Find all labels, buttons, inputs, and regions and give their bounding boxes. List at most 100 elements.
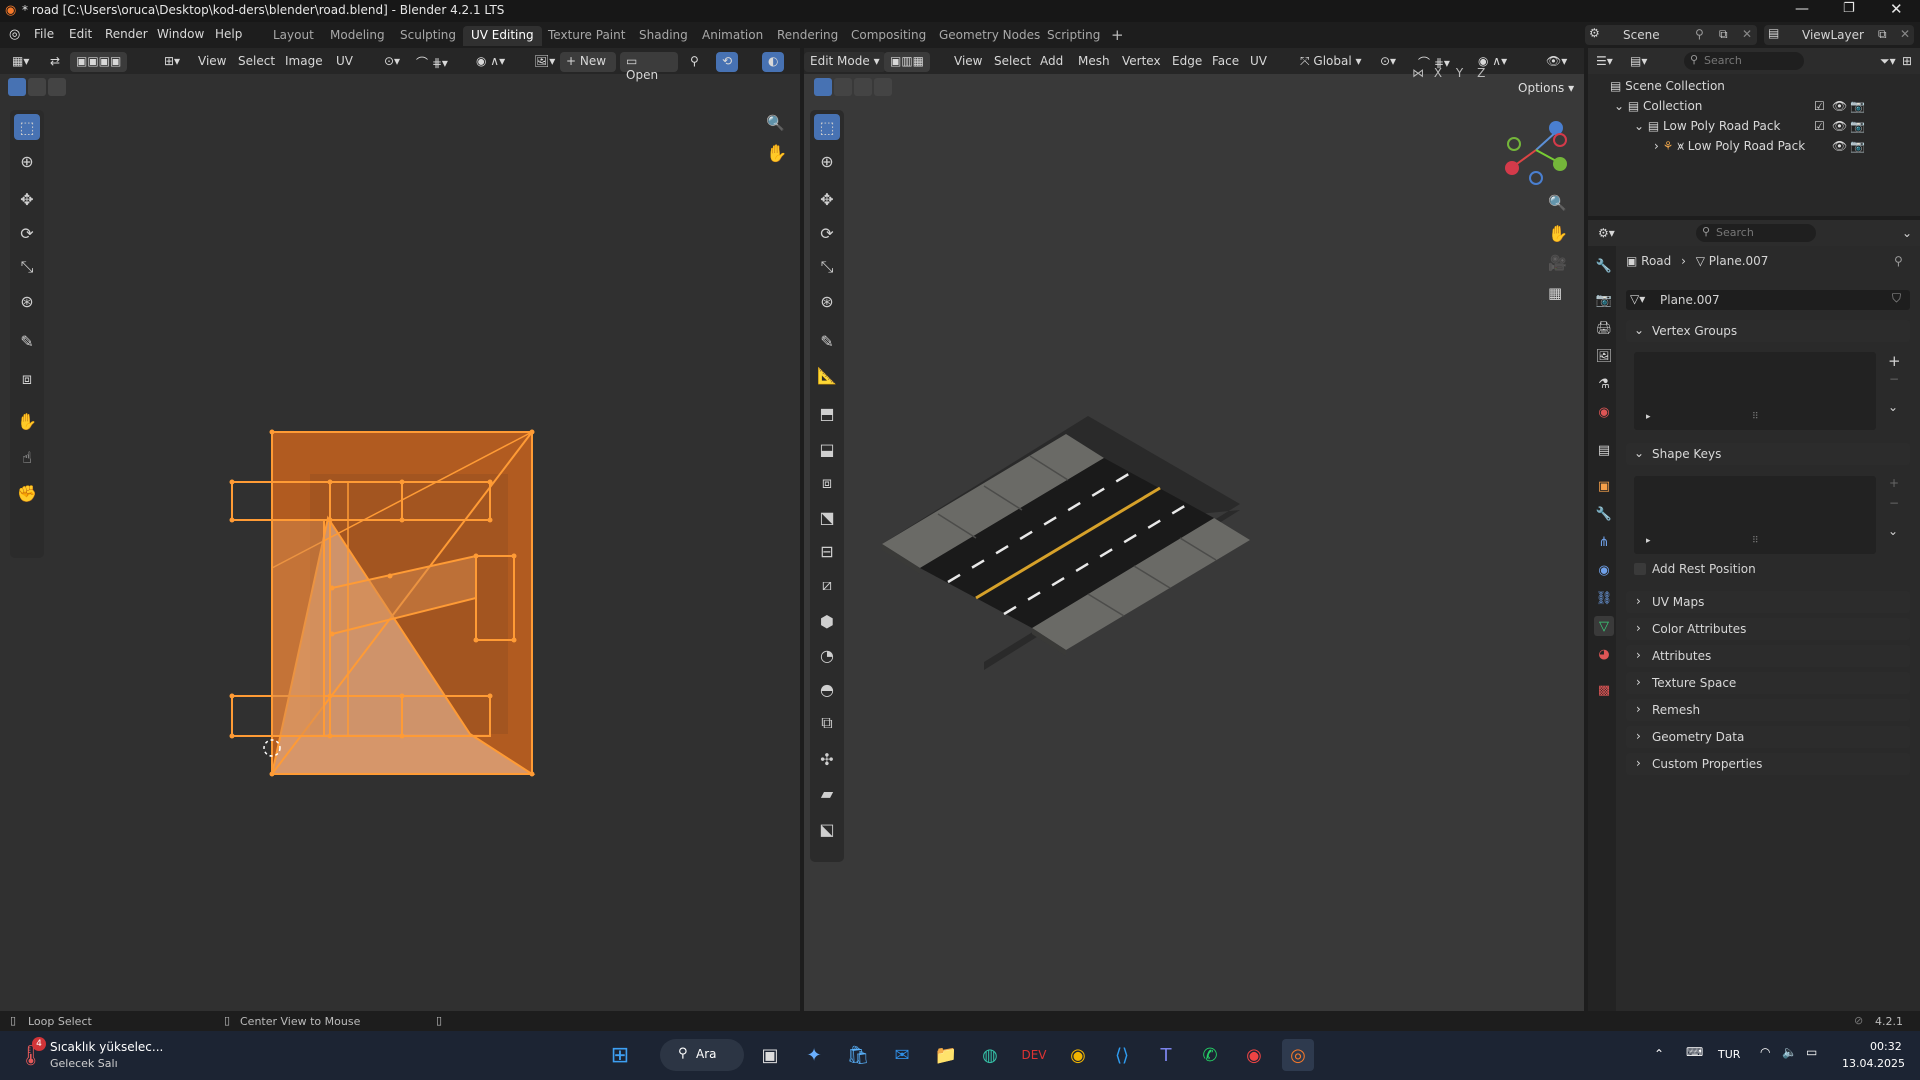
fake-user-icon[interactable]: ⛉ [1892, 291, 1901, 306]
uv-menu-uv[interactable]: UV [330, 52, 359, 72]
pivot-icon[interactable]: ⊙▾ [378, 52, 406, 72]
editor-type-icon[interactable]: ▦▾ [6, 52, 35, 72]
store-icon[interactable]: 🛍 [842, 1039, 874, 1071]
spin-tool-icon[interactable]: ◔ [814, 642, 840, 668]
tab-scripting[interactable]: Scripting [1039, 26, 1108, 46]
properties-editor-type-icon[interactable]: ⚙▾ [1592, 224, 1621, 244]
collection-tab-icon[interactable]: ▤ [1594, 440, 1614, 460]
uv-menu-image[interactable]: Image [279, 52, 329, 72]
axis-x[interactable]: X [1434, 66, 1442, 80]
visibility-icon[interactable]: 👁▾ [1540, 52, 1573, 72]
task-view-icon[interactable]: ▣ [754, 1039, 786, 1071]
panel-attributes[interactable]: › Attributes [1626, 645, 1910, 667]
axis-y[interactable]: Y [1456, 66, 1463, 80]
vertex-group-specials-icon[interactable]: ⌄ [1888, 400, 1898, 414]
gizmo-neg-z-icon[interactable] [1529, 171, 1543, 185]
maximize-button[interactable]: ❐ [1843, 1, 1855, 16]
new-collection-icon[interactable]: ⊞ [1896, 52, 1918, 72]
clock-date[interactable]: 13.04.2025 [1842, 1057, 1905, 1070]
vp-select-box-tool-icon[interactable]: ⬚ [814, 114, 840, 140]
rotate-tool-icon[interactable]: ⟳ [14, 220, 40, 246]
edge-icon[interactable]: ◍ [974, 1039, 1006, 1071]
blender-taskbar-icon[interactable]: ◎ [1282, 1039, 1314, 1071]
outliner-editor-type-icon[interactable]: ☰▾ [1590, 52, 1619, 72]
delete-view-layer-icon[interactable]: ✕ [1900, 27, 1910, 41]
whatsapp-icon[interactable]: ✆ [1194, 1039, 1226, 1071]
mesh-datablock-selector[interactable]: ▽▾ Plane.007 ⛉ [1626, 290, 1910, 310]
shape-keys-resize-handle[interactable]: ⠿ [1752, 536, 1759, 546]
road-pack-render-icon[interactable]: 📷 [1850, 119, 1865, 133]
gizmo-z-icon[interactable] [1549, 121, 1563, 135]
add-vertex-group-icon[interactable]: + [1888, 352, 1901, 370]
select-box-tool-icon[interactable]: ⬚ [14, 114, 40, 140]
transform-tool-icon[interactable]: ⊛ [14, 288, 40, 314]
constraints-tab-icon[interactable]: ⛓ [1594, 588, 1614, 608]
select-extend-icon[interactable] [28, 78, 46, 96]
road-pack-exclude-checkbox[interactable]: ☑ [1814, 119, 1825, 133]
sync-selection-icon[interactable]: ⇄ [44, 52, 66, 72]
add-cube-tool-icon[interactable]: ⬒ [814, 400, 840, 426]
new-view-layer-icon[interactable]: ⧉ [1878, 27, 1887, 42]
panel-uv-maps[interactable]: › UV Maps [1626, 591, 1910, 613]
open-image-button[interactable]: ▭ Open [620, 52, 678, 82]
tab-shading[interactable]: Shading [631, 26, 696, 46]
vp-zoom-icon[interactable]: 🔍 [1548, 194, 1567, 212]
render-tab-icon[interactable]: 📷 [1594, 290, 1614, 310]
outliner-search-field[interactable]: ⚲ Search [1684, 52, 1804, 70]
view-layer-tab-icon[interactable]: 🖼 [1594, 346, 1614, 366]
battery-icon[interactable]: ▭ [1806, 1045, 1817, 1059]
shape-keys-list[interactable]: ▸ ⠿ [1634, 476, 1876, 554]
outliner-row-scene-collection[interactable]: ▤ Scene Collection [1610, 79, 1725, 93]
language-indicator[interactable]: TUR [1718, 1048, 1740, 1061]
shape-keys-list-expand-icon[interactable]: ▸ [1646, 536, 1651, 546]
particles-tab-icon[interactable]: ⋔ [1594, 532, 1614, 552]
grab-tool-icon[interactable]: ✋ [14, 408, 40, 434]
uv-menu-view[interactable]: View [192, 52, 232, 72]
collection-render-icon[interactable]: 📷 [1850, 99, 1865, 113]
shape-key-specials-icon[interactable]: ⌄ [1888, 524, 1898, 538]
add-shape-key-icon[interactable]: + [1889, 476, 1899, 490]
navigation-gizmo[interactable] [1500, 114, 1572, 186]
tool-tab-icon[interactable]: 🔧 [1594, 256, 1614, 276]
rip-tool-icon[interactable]: ⧈ [14, 366, 40, 392]
chrome-icon[interactable]: ◉ [1062, 1039, 1094, 1071]
new-image-button[interactable]: + New [560, 52, 616, 72]
panel-remesh[interactable]: › Remesh [1626, 699, 1910, 721]
select-mode-icons[interactable]: ▣▣▣▣ [70, 52, 128, 72]
select-subtract-icon[interactable] [48, 78, 66, 96]
vp-annotate-tool-icon[interactable]: ✎ [814, 328, 840, 354]
delete-scene-icon[interactable]: ✕ [1742, 27, 1752, 41]
vp-rotate-tool-icon[interactable]: ⟳ [814, 220, 840, 246]
vp-menu-face[interactable]: Face [1206, 52, 1245, 72]
collection-visibility-icon[interactable]: 👁 [1832, 99, 1847, 113]
road-mesh-preview[interactable] [880, 414, 1290, 724]
pan-view-icon[interactable]: ✋ [766, 144, 787, 164]
object-render-icon[interactable]: 📷 [1850, 139, 1865, 153]
tab-rendering[interactable]: Rendering [769, 26, 846, 46]
cursor-tool-icon[interactable]: ⊕ [14, 148, 40, 174]
menu-render[interactable]: Render [105, 27, 148, 41]
remove-shape-key-icon[interactable]: − [1889, 496, 1899, 510]
expand-object-icon[interactable]: › [1654, 139, 1663, 153]
collection-exclude-checkbox[interactable]: ☑ [1814, 99, 1825, 113]
vertex-groups-resize-handle[interactable]: ⠿ [1752, 412, 1759, 422]
expand-collection-icon[interactable]: ⌄ [1614, 99, 1628, 113]
vp-menu-add[interactable]: Add [1034, 52, 1069, 72]
file-explorer-icon[interactable]: 📁 [930, 1039, 962, 1071]
texture-tab-icon[interactable]: ▩ [1594, 680, 1614, 700]
panel-vertex-groups[interactable]: ⌄ Vertex Groups [1626, 320, 1910, 342]
object-tab-icon[interactable]: ▣ [1594, 476, 1614, 496]
vp-select-subtract-icon[interactable] [854, 78, 872, 96]
tab-texture-paint[interactable]: Texture Paint [540, 26, 633, 46]
knife-tool-icon[interactable]: ⧄ [814, 572, 840, 598]
add-rest-position-checkbox[interactable] [1634, 563, 1646, 575]
blender-menu-icon[interactable]: ◎ [9, 27, 20, 42]
properties-search-field[interactable]: ⚲ Search [1696, 224, 1816, 242]
weather-widget[interactable]: 🌡 4 Sıcaklık yükselec... Gelecek Salı [14, 1037, 174, 1073]
properties-options-icon[interactable]: ⌄ [1896, 224, 1918, 244]
image-browse-icon[interactable]: 🖼▾ [528, 52, 561, 72]
annotate-tool-icon[interactable]: ✎ [14, 328, 40, 354]
sticky-selection-icon[interactable]: ⊞▾ [158, 52, 186, 72]
proportional-edit-icon[interactable]: ◉ ∧▾ [470, 52, 511, 72]
uv-menu-select[interactable]: Select [232, 52, 281, 72]
